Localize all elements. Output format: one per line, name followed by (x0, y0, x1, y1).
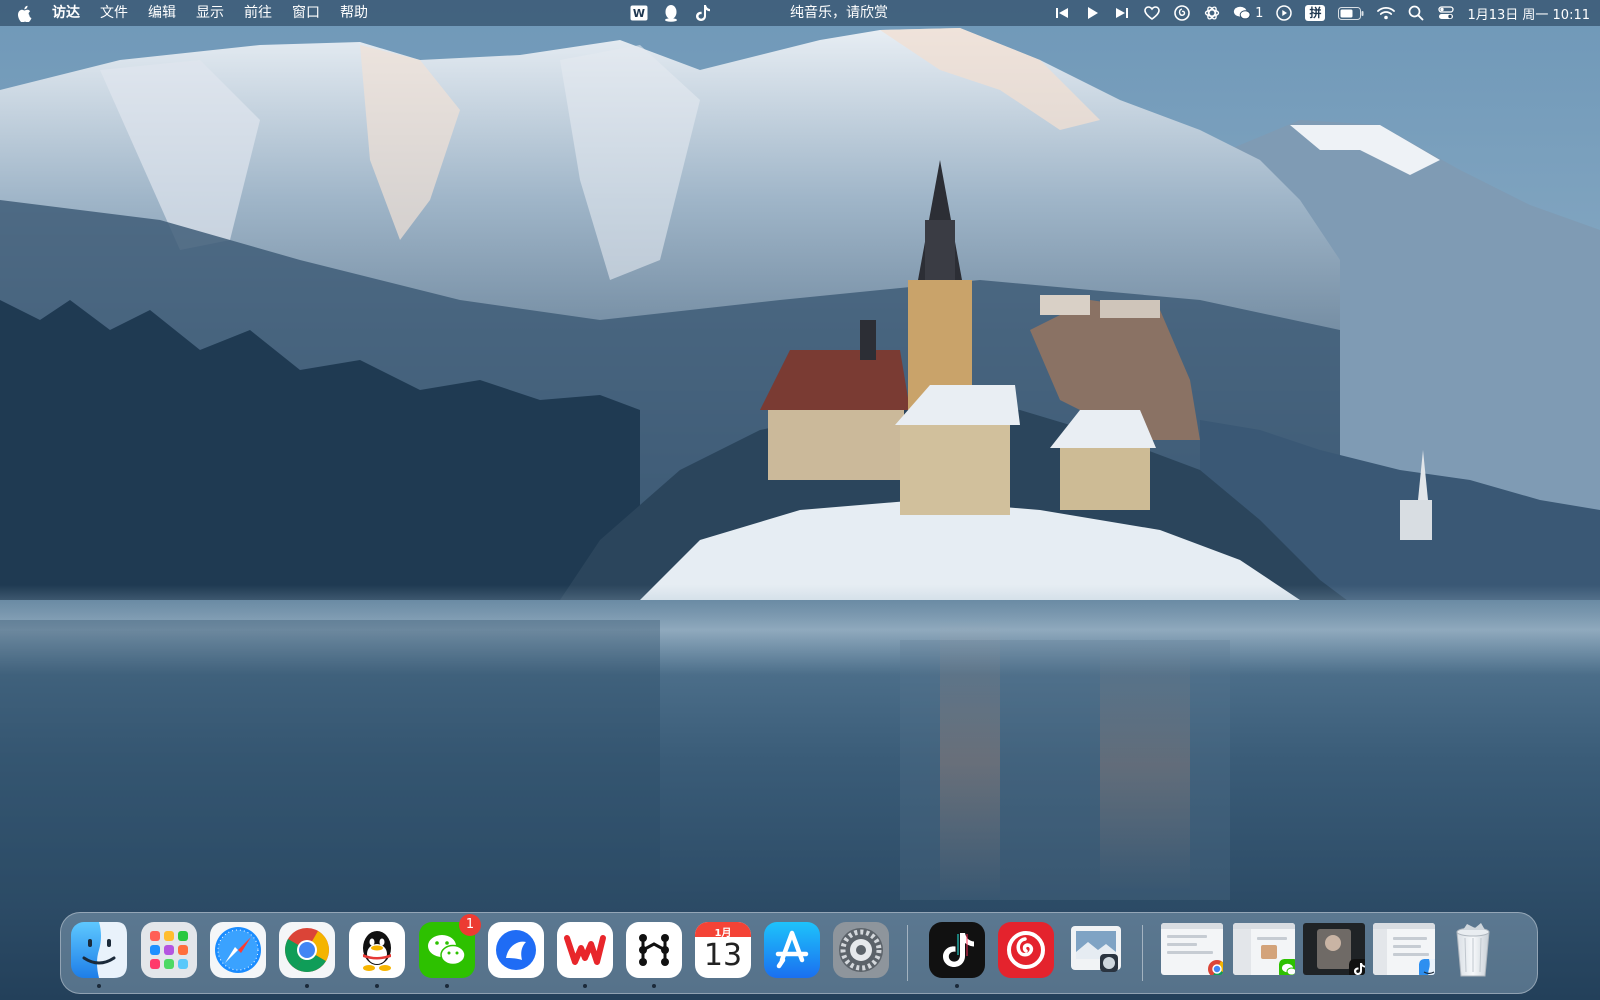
menu-extras-left: W (630, 0, 712, 26)
calendar-day: 13 (703, 938, 743, 973)
window-sidebar (1373, 929, 1387, 975)
safari-icon (210, 922, 266, 978)
menu-extras-right: 1 拼 1月13日 周一 10:11 (1053, 0, 1590, 26)
menu-view[interactable]: 显示 (186, 0, 234, 26)
dock-finder[interactable] (71, 922, 127, 988)
dock-launchpad[interactable] (141, 922, 197, 978)
menu-bar-clock[interactable]: 1月13日 周一 10:11 (1467, 4, 1590, 23)
finder-icon (71, 922, 127, 978)
window-content-line (1257, 937, 1287, 940)
chatgpt-icon[interactable] (1203, 4, 1221, 22)
qq-icon[interactable] (662, 4, 680, 22)
control-center-icon[interactable] (1437, 4, 1455, 22)
heart-icon[interactable] (1143, 4, 1161, 22)
dock-tiktok[interactable] (929, 922, 985, 988)
lark-icon (488, 922, 544, 978)
dock-dots-app[interactable] (626, 922, 682, 988)
wechat-icon[interactable] (1233, 4, 1251, 22)
play-icon[interactable] (1083, 4, 1101, 22)
window-content-line (1393, 953, 1429, 956)
window-content-line (1393, 945, 1421, 948)
chrome-icon (279, 922, 335, 978)
window-sidebar (1233, 929, 1251, 975)
running-indicator (375, 984, 379, 988)
menu-bar-left: 访达 文件 编辑 显示 前往 窗口 帮助 (10, 0, 378, 26)
minimized-window-finder[interactable] (1373, 923, 1435, 975)
window-content-line (1167, 935, 1207, 938)
search-icon[interactable] (1407, 4, 1425, 22)
window-content-line (1167, 943, 1197, 946)
screen-record-icon[interactable] (1275, 4, 1293, 22)
running-indicator (445, 984, 449, 988)
menu-edit[interactable]: 编辑 (138, 0, 186, 26)
battery-icon[interactable] (1337, 4, 1365, 22)
tiktok-icon (929, 922, 985, 978)
dock-app-store[interactable] (764, 922, 820, 978)
menu-help[interactable]: 帮助 (330, 0, 378, 26)
tiktok-icon (1349, 959, 1365, 975)
dock-trash[interactable] (1445, 922, 1501, 978)
netease-music-icon (998, 922, 1054, 978)
menu-window[interactable]: 窗口 (282, 0, 330, 26)
dots-icon (626, 922, 682, 978)
apple-icon[interactable] (16, 0, 34, 26)
dock-wechat[interactable]: 1 (419, 914, 481, 988)
window-avatar (1261, 945, 1277, 959)
window-content-line (1393, 937, 1427, 940)
chrome-icon (1208, 960, 1223, 975)
desktop-wallpaper (0, 0, 1600, 1000)
now-playing-title[interactable]: 纯音乐，请欣赏 (790, 0, 888, 26)
svg-text:W: W (633, 7, 645, 20)
dock-chrome[interactable] (279, 922, 335, 988)
menu-go[interactable]: 前往 (234, 0, 282, 26)
running-indicator (583, 984, 587, 988)
wifi-icon[interactable] (1377, 4, 1396, 22)
input-method-indicator[interactable]: 拼 (1305, 5, 1326, 21)
minimized-window-tiktok[interactable] (1303, 923, 1365, 975)
dock-netease-music[interactable] (998, 922, 1054, 978)
minimized-window-chrome[interactable] (1161, 923, 1223, 975)
running-indicator (652, 984, 656, 988)
dock-separator (1142, 925, 1143, 981)
dock-qq[interactable] (349, 922, 405, 988)
running-indicator (97, 984, 101, 988)
dock-separator (907, 925, 908, 981)
dock-safari[interactable] (210, 922, 266, 978)
dock: 1 1月 13 (60, 912, 1538, 994)
wechat-icon (1279, 959, 1295, 975)
running-indicator (305, 984, 309, 988)
previous-track-icon[interactable] (1053, 4, 1071, 22)
app-store-icon (764, 922, 820, 978)
preview-icon (1071, 926, 1121, 972)
minimized-window-wechat[interactable] (1233, 923, 1295, 975)
wps-icon (557, 922, 613, 978)
window-content-line (1167, 951, 1213, 954)
menu-file[interactable]: 文件 (90, 0, 138, 26)
running-indicator (955, 984, 959, 988)
finder-icon (1419, 959, 1435, 975)
dock-lark[interactable] (488, 922, 544, 978)
tiktok-icon[interactable] (694, 4, 712, 22)
settings-icon (833, 922, 889, 978)
calendar-month: 1月 (714, 928, 732, 939)
dock-wps[interactable] (557, 922, 613, 988)
trash-icon (1456, 923, 1490, 977)
qq-icon (349, 922, 405, 978)
unread-badge: 1 (459, 914, 481, 936)
launchpad-icon (141, 922, 197, 978)
window-title-bar (1161, 923, 1223, 929)
netease-music-icon[interactable] (1173, 4, 1191, 22)
wps-icon[interactable]: W (630, 4, 648, 22)
dock-preview[interactable] (1068, 922, 1124, 978)
menu-bar: 访达 文件 编辑 显示 前往 窗口 帮助 W 纯音乐，请欣赏 1 拼 1月13日… (0, 0, 1600, 26)
dock-system-settings[interactable] (833, 922, 889, 978)
dock-calendar[interactable]: 1月 13 (695, 922, 751, 978)
next-track-icon[interactable] (1113, 4, 1131, 22)
window-video-face (1325, 935, 1341, 951)
menu-app-name[interactable]: 访达 (42, 0, 90, 26)
wechat-unread-count: 1 (1255, 5, 1264, 21)
